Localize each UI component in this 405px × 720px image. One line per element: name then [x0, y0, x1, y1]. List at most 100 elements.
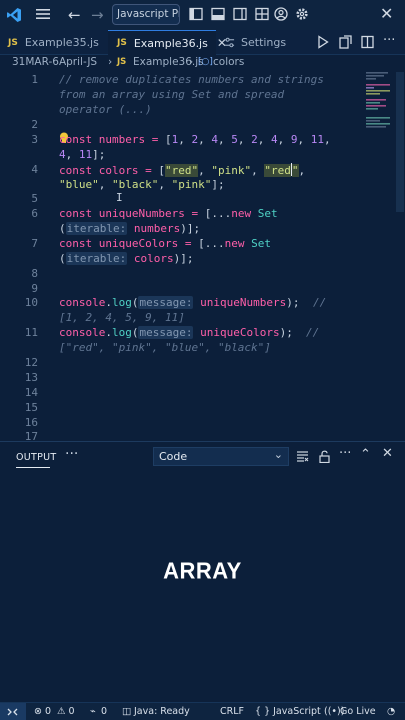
line-number: 16 [24, 416, 38, 429]
minimap[interactable] [366, 72, 394, 132]
close-panel-icon[interactable]: ✕ [382, 446, 393, 461]
tab-settings[interactable]: Settings [224, 30, 294, 55]
toggle-sidebar-icon[interactable] [189, 7, 203, 21]
code-line: "blue", "black", "pink"]; [59, 178, 225, 191]
line-number: 3 [31, 133, 38, 146]
tab-output[interactable]: OUTPUT [16, 452, 57, 463]
line-number: 8 [31, 267, 38, 280]
vscode-logo-icon[interactable] [6, 7, 22, 23]
split-editor-icon[interactable] [361, 35, 374, 49]
code-line: console.log(message: uniqueNumbers); [59, 296, 300, 309]
line-number: 5 [31, 192, 38, 205]
ibeam-cursor-icon: I [116, 191, 123, 204]
output-panel[interactable] [0, 470, 405, 702]
run-icon[interactable] [317, 35, 329, 49]
tab-label: Example35.js [24, 36, 99, 49]
line-number: 6 [31, 207, 38, 220]
code-comment: operator (...) [59, 103, 152, 116]
line-number: 13 [24, 371, 38, 384]
code-line: (iterable: numbers)]; [59, 222, 201, 235]
code-line: (iterable: colors)]; [59, 252, 194, 265]
line-number: 11 [24, 326, 38, 339]
toggle-panel-icon[interactable] [211, 7, 225, 21]
line-number: 1 [31, 73, 38, 86]
code-comment: // remove duplicates numbers and strings [59, 73, 324, 86]
line-number: 15 [24, 401, 38, 414]
more-actions-icon[interactable]: ··· [383, 33, 395, 48]
close-window-icon[interactable]: ✕ [380, 4, 393, 23]
ports-count[interactable]: 0 [101, 706, 107, 717]
ports-icon[interactable]: ⌁ [90, 706, 96, 717]
code-comment: ["red", "pink", "blue", "black"] [59, 341, 271, 354]
back-arrow-icon[interactable]: ← [68, 6, 81, 24]
line-number: 7 [31, 237, 38, 250]
breadcrumb-symbol[interactable]: colors [213, 56, 244, 68]
tab-label: Settings [241, 36, 287, 49]
breadcrumb: 31MAR-6April-JS › JS Example36.js › [○] … [0, 55, 405, 72]
code-line: console.log(message: uniqueColors); [59, 326, 293, 339]
code-editor[interactable]: 1 2 3 4 5 6 7 8 9 10 11 12 13 14 15 16 1… [0, 72, 405, 443]
settings-sliders-icon [224, 37, 235, 48]
maximize-panel-icon[interactable]: ⌃ [360, 447, 371, 462]
notifications-bell-icon[interactable]: ◔ [387, 706, 395, 717]
line-number: 2 [31, 118, 38, 131]
inlay-hint: iterable: [65, 252, 128, 265]
title-bar: ← → Javascript Prac ✕ [0, 0, 405, 30]
panel-more-icon[interactable]: ··· [65, 446, 78, 462]
code-comment: [1, 2, 4, 5, 9, 11] [59, 311, 185, 324]
go-live-button[interactable]: Go Live [340, 706, 376, 717]
code-line: const colors = ["red", "pink", "red", [59, 163, 306, 177]
toggle-secondary-sidebar-icon[interactable] [233, 7, 247, 21]
tab-example36[interactable]: JS Example36.js ✕ [108, 30, 227, 55]
lock-scroll-icon[interactable] [318, 450, 331, 463]
panel-header: OUTPUT ··· Code ⌄ ··· ⌃ ✕ [0, 441, 405, 470]
errors-count[interactable]: ⊗ 0 [34, 706, 51, 717]
variable-symbol-icon: [○] [198, 57, 213, 67]
code-line: const numbers = [1, 2, 4, 5, 2, 4, 9, 11… [59, 133, 331, 146]
js-file-icon: JS [117, 38, 127, 48]
vertical-scrollbar[interactable] [396, 72, 404, 212]
account-icon[interactable] [274, 7, 288, 21]
code-line: 4, 11]; [59, 148, 106, 161]
line-number: 4 [31, 163, 38, 176]
end-of-line[interactable]: CRLF [220, 706, 244, 717]
inlay-hint: iterable: [65, 222, 128, 235]
clear-output-icon[interactable] [296, 450, 309, 463]
open-preview-icon[interactable] [339, 35, 352, 49]
java-status[interactable]: Java: Ready [134, 706, 190, 717]
remote-icon [7, 708, 18, 716]
hamburger-menu-icon[interactable] [36, 8, 50, 20]
js-file-icon: JS [8, 37, 18, 48]
line-number: 9 [31, 282, 38, 295]
language-mode[interactable]: { } JavaScript [255, 706, 321, 717]
line-number: 12 [24, 356, 38, 369]
output-channel-value: Code [159, 450, 188, 463]
command-center-search[interactable]: Javascript Prac [112, 4, 180, 25]
tab-label: Example36.js [133, 36, 208, 50]
forward-arrow-icon[interactable]: → [91, 6, 104, 24]
panel-more-actions-icon[interactable]: ··· [339, 446, 351, 461]
code-comment: from an array using Set and spread [59, 88, 285, 101]
breadcrumb-separator: › [189, 56, 194, 68]
line-number: 10 [24, 296, 38, 309]
code-line: const uniqueColors = [...new Set [59, 237, 271, 250]
active-tab-indicator [16, 467, 50, 468]
customize-layout-icon[interactable] [255, 7, 269, 21]
warnings-count[interactable]: ⚠ 0 [57, 706, 75, 717]
breadcrumb-folder[interactable]: 31MAR-6April-JS [12, 56, 97, 68]
code-comment: // [313, 296, 327, 309]
code-comment: // [306, 326, 320, 339]
inlay-hint: message: [138, 296, 194, 309]
breadcrumb-separator: › [108, 56, 113, 68]
js-file-icon: JS [117, 57, 127, 67]
java-status-icon: ◫ [122, 706, 131, 717]
output-channel-select[interactable]: Code ⌄ [153, 447, 289, 466]
chevron-down-icon: ⌄ [273, 448, 283, 461]
status-bar: ⊗ 0 ⚠ 0 ⌁ 0 ◫ Java: Ready CRLF { } JavaS… [0, 702, 405, 720]
video-caption: ARRAY [163, 557, 242, 584]
tab-example35[interactable]: JS Example35.js [8, 30, 108, 55]
inlay-hint: message: [138, 326, 194, 339]
line-number: 14 [24, 386, 38, 399]
gear-icon[interactable] [295, 7, 309, 21]
code-line: const uniqueNumbers = [...new Set [59, 207, 278, 220]
